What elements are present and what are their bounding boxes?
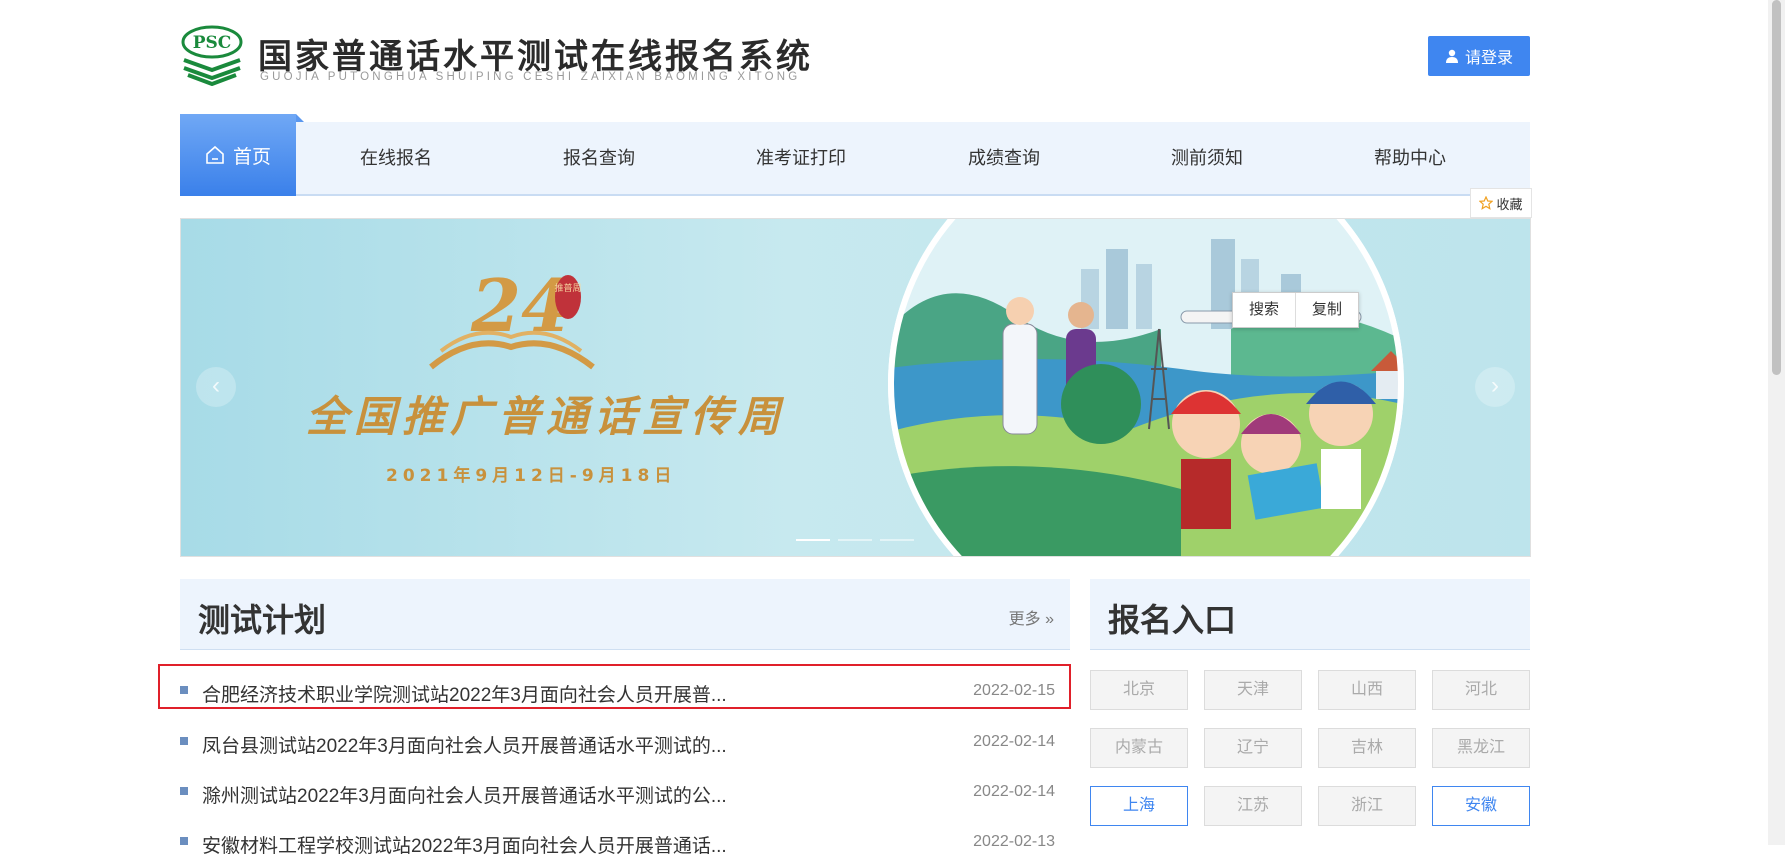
login-label: 请登录 — [1464, 50, 1513, 67]
province-jiangsu[interactable]: 江苏 — [1204, 786, 1302, 826]
plan-row[interactable]: 凤台县测试站2022年3月面向社会人员开展普通话水平测试的... 2022-02… — [180, 721, 1055, 767]
carousel-indicators — [796, 539, 914, 541]
province-anhui[interactable]: 安徽 — [1432, 786, 1530, 826]
psc-logo[interactable]: PSC — [180, 24, 244, 87]
search-menu-item[interactable]: 搜索 — [1233, 293, 1295, 327]
test-plan-header: 测试计划 更多 » — [180, 579, 1070, 650]
plan-row-date: 2022-02-14 — [973, 733, 1055, 750]
nav-pre-test-notice[interactable]: 测前须知 — [1132, 122, 1282, 194]
svg-text:PSC: PSC — [193, 33, 232, 53]
carousel-dot[interactable] — [796, 539, 830, 541]
nav-registration-query[interactable]: 报名查询 — [524, 122, 674, 194]
site-subtitle: GUOJIA PUTONGHUA SHUIPING CESHI ZAIXIAN … — [260, 71, 801, 83]
province-shanxi[interactable]: 山西 — [1318, 670, 1416, 710]
selected-row-outline — [158, 664, 1071, 709]
banner-illustration: 24 推普周 全国推广普通话宣传周 2021年9月12日-9月18日 — [306, 219, 1404, 556]
copy-menu-item[interactable]: 复制 — [1295, 293, 1358, 327]
bullet-icon — [180, 787, 188, 795]
star-icon — [1479, 196, 1494, 210]
page-scrollbar[interactable] — [1768, 0, 1785, 845]
province-hebei[interactable]: 河北 — [1432, 670, 1530, 710]
plan-row[interactable]: 滁州测试站2022年3月面向社会人员开展普通话水平测试的公... 2022-02… — [180, 771, 1055, 817]
nav-home-label: 首页 — [232, 146, 271, 168]
favorite-label: 收藏 — [1496, 196, 1523, 212]
home-icon — [206, 145, 224, 164]
plan-row[interactable]: 安徽材料工程学校测试站2022年3月面向社会人员开展普通话... 2022-02… — [180, 821, 1055, 867]
test-plan-title: 测试计划 — [198, 602, 327, 638]
plan-row-date: 2022-02-14 — [973, 783, 1055, 800]
bullet-icon — [180, 737, 188, 745]
selection-context-menu: 搜索 复制 — [1232, 292, 1360, 328]
nav-score-query[interactable]: 成绩查询 — [929, 122, 1079, 194]
user-icon — [1445, 49, 1458, 63]
province-shanghai[interactable]: 上海 — [1090, 786, 1188, 826]
banner-carousel[interactable]: 24 推普周 全国推广普通话宣传周 2021年9月12日-9月18日 ‹ › 搜… — [180, 218, 1531, 557]
carousel-next-button[interactable]: › — [1475, 367, 1515, 407]
province-heilongjiang[interactable]: 黑龙江 — [1432, 728, 1530, 768]
province-jilin[interactable]: 吉林 — [1318, 728, 1416, 768]
plan-row-title[interactable]: 滁州测试站2022年3月面向社会人员开展普通话水平测试的公... — [202, 781, 727, 808]
province-tianjin[interactable]: 天津 — [1204, 670, 1302, 710]
scrollbar-thumb[interactable] — [1772, 0, 1781, 375]
carousel-dot[interactable] — [880, 539, 914, 541]
carousel-prev-button[interactable]: ‹ — [196, 367, 236, 407]
site-header: PSC 国家普通话水平测试在线报名系统 GUOJIA PUTONGHUA SHU… — [180, 24, 1530, 94]
plan-row-title[interactable]: 凤台县测试站2022年3月面向社会人员开展普通话水平测试的... — [202, 731, 727, 758]
nav-admission-ticket-print[interactable]: 准考证打印 — [726, 122, 876, 194]
main-nav: 首页 在线报名 报名查询 准考证打印 成绩查询 测前须知 帮助中心 — [180, 114, 1530, 196]
registration-title: 报名入口 — [1108, 602, 1237, 638]
plan-row-date: 2022-02-13 — [973, 833, 1055, 850]
province-liaoning[interactable]: 辽宁 — [1204, 728, 1302, 768]
bullet-icon — [180, 837, 188, 845]
carousel-dot[interactable] — [838, 539, 872, 541]
nav-home[interactable]: 首页 — [180, 114, 304, 196]
province-beijing[interactable]: 北京 — [1090, 670, 1188, 710]
banner-badge: 推普周 — [554, 282, 581, 294]
banner-headline: 全国推广普通话宣传周 — [306, 392, 786, 441]
favorite-button[interactable]: 收藏 — [1470, 188, 1532, 218]
more-link[interactable]: 更多 » — [1009, 605, 1054, 629]
nav-online-registration[interactable]: 在线报名 — [321, 122, 471, 194]
banner-dates: 2021年9月12日-9月18日 — [386, 465, 676, 486]
nav-help-center[interactable]: 帮助中心 — [1335, 122, 1485, 194]
province-zhejiang[interactable]: 浙江 — [1318, 786, 1416, 826]
province-neimenggu[interactable]: 内蒙古 — [1090, 728, 1188, 768]
registration-header: 报名入口 — [1090, 579, 1530, 650]
login-button[interactable]: 请登录 — [1428, 36, 1530, 76]
